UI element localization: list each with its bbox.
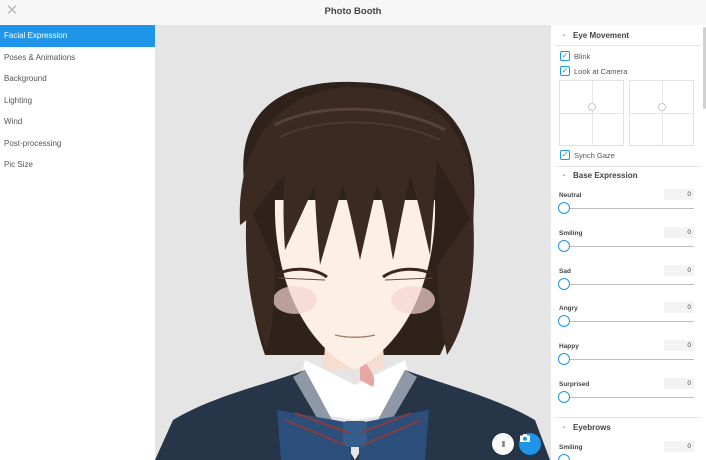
gaze-handle[interactable] — [658, 103, 666, 111]
category-menu: Facial Expression Poses & Animations Bac… — [0, 25, 155, 460]
slider-label: Surprised — [559, 381, 590, 388]
divider — [555, 417, 701, 418]
slider-value-field[interactable]: 0 — [664, 227, 694, 238]
angry-slider: Angry 0 — [558, 302, 694, 341]
slider-thumb[interactable] — [558, 278, 570, 290]
slider-value-field[interactable]: 0 — [664, 302, 694, 313]
section-base-expression[interactable]: ⌄ Base Expression — [551, 167, 701, 185]
slider-label: Smiling — [559, 444, 583, 451]
slider-track[interactable] — [558, 315, 694, 327]
slider-thumb[interactable] — [558, 240, 570, 252]
title-bar: ✕ Photo Booth — [0, 0, 706, 25]
section-title: Base Expression — [573, 171, 638, 180]
checkbox-label: Blink — [574, 52, 591, 61]
slider-track[interactable] — [558, 391, 694, 403]
menu-item-pic-size[interactable]: Pic Size — [0, 154, 155, 176]
slider-track[interactable] — [558, 353, 694, 365]
slider-track[interactable] — [558, 278, 694, 290]
slider-value-field[interactable]: 0 — [664, 378, 694, 389]
left-eye-gaze-pad[interactable] — [559, 80, 624, 146]
menu-item-lighting[interactable]: Lighting — [0, 90, 155, 112]
camera-capture-button[interactable] — [519, 433, 541, 455]
slider-thumb[interactable] — [558, 454, 570, 460]
section-eyebrows[interactable]: ⌄ Eyebrows — [551, 419, 701, 437]
check-icon: ✓ — [560, 66, 570, 76]
section-title: Eye Movement — [573, 31, 630, 40]
eyebrows-smiling-slider: Smiling 0 — [558, 441, 694, 460]
surprised-slider: Surprised 0 — [558, 378, 694, 417]
slider-thumb[interactable] — [558, 391, 570, 403]
slider-value-field[interactable]: 0 — [664, 189, 694, 200]
chevron-down-icon: ⌄ — [561, 171, 567, 178]
menu-item-background[interactable]: Background — [0, 68, 155, 90]
checkbox-label: Look at Camera — [574, 67, 628, 76]
pause-button[interactable]: II — [492, 433, 514, 455]
pause-icon: II — [501, 439, 506, 449]
right-eye-gaze-pad[interactable] — [629, 80, 694, 146]
chevron-down-icon: ⌄ — [561, 423, 567, 430]
avatar-viewport[interactable]: II — [155, 25, 550, 460]
slider-thumb[interactable] — [558, 202, 570, 214]
section-eye-movement[interactable]: ⌄ Eye Movement — [551, 27, 701, 45]
slider-label: Happy — [559, 343, 579, 350]
slider-value-field[interactable]: 0 — [664, 265, 694, 276]
chevron-down-icon: ⌄ — [561, 31, 567, 38]
expression-panel: ⌄ Eye Movement ✓ Blink ✓ Look at Camera … — [550, 25, 706, 460]
section-title: Eyebrows — [573, 423, 611, 432]
slider-track[interactable] — [558, 202, 694, 214]
slider-label: Sad — [559, 268, 571, 275]
window-title: Photo Booth — [324, 6, 382, 17]
gaze-handle[interactable] — [588, 103, 596, 111]
happy-slider: Happy 0 — [558, 340, 694, 379]
slider-thumb[interactable] — [558, 353, 570, 365]
slider-label: Angry — [559, 305, 578, 312]
neutral-slider: Neutral 0 — [558, 189, 694, 228]
avatar-character — [155, 81, 550, 460]
check-icon: ✓ — [560, 51, 570, 61]
camera-icon — [520, 434, 530, 442]
checkbox-label: Synch Gaze — [574, 151, 615, 160]
divider — [555, 45, 701, 46]
slider-label: Neutral — [559, 192, 582, 199]
menu-item-post-processing[interactable]: Post-processing — [0, 133, 155, 155]
slider-value-field[interactable]: 0 — [664, 441, 694, 452]
slider-value-field[interactable]: 0 — [664, 340, 694, 351]
menu-item-poses-animations[interactable]: Poses & Animations — [0, 47, 155, 69]
menu-item-wind[interactable]: Wind — [0, 111, 155, 133]
slider-thumb[interactable] — [558, 315, 570, 327]
slider-track[interactable] — [558, 240, 694, 252]
smiling-slider: Smiling 0 — [558, 227, 694, 266]
check-icon: ✓ — [560, 150, 570, 160]
sad-slider: Sad 0 — [558, 265, 694, 304]
menu-item-facial-expression[interactable]: Facial Expression — [0, 25, 155, 47]
slider-label: Smiling — [559, 230, 583, 237]
